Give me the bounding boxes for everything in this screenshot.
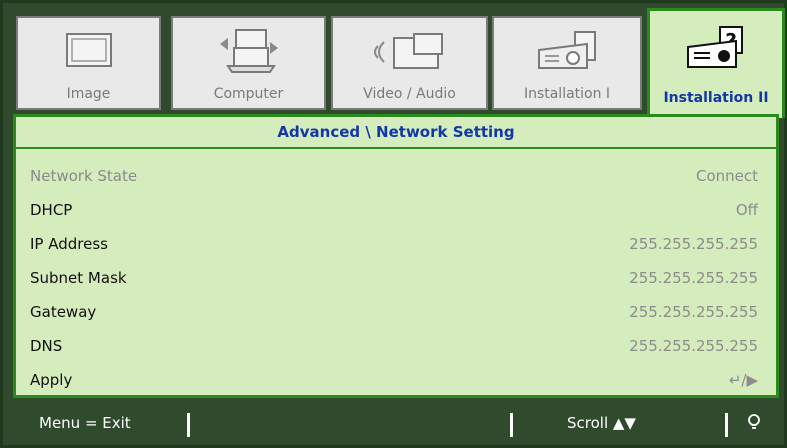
separator <box>725 413 728 437</box>
menu-exit-hint: Menu = Exit <box>39 414 131 432</box>
tab-label: Video / Audio <box>363 86 456 102</box>
row-label: Subnet Mask <box>30 269 127 287</box>
projector-icon <box>538 31 596 69</box>
menu-row-network-state: Network State Connect <box>30 159 758 193</box>
tab-image[interactable]: Image <box>16 16 161 110</box>
tab-installation-1[interactable]: Installation I <box>492 16 642 110</box>
tab-label: Installation II <box>663 90 769 106</box>
row-label: DNS <box>30 337 63 355</box>
tab-installation-2[interactable]: ? Installation II <box>647 8 785 118</box>
row-value: 255.255.255.255 <box>629 235 758 253</box>
tab-bar: Image Computer Video / Audio Installatio… <box>8 8 785 118</box>
row-value: 255.255.255.255 <box>629 269 758 287</box>
osd-window: Image Computer Video / Audio Installatio… <box>0 0 787 448</box>
separator <box>510 413 513 437</box>
scroll-hint: Scroll ▲▼ <box>567 414 636 432</box>
row-value: Off <box>735 201 758 219</box>
tab-computer[interactable]: Computer <box>171 16 326 110</box>
tab-label: Computer <box>213 86 284 102</box>
tab-video-audio[interactable]: Video / Audio <box>331 16 488 110</box>
video-audio-icon <box>373 33 443 69</box>
menu-row-ip-address[interactable]: IP Address 255.255.255.255 <box>30 227 758 261</box>
enter-right-icon: ↵/▶ <box>728 371 758 389</box>
row-label: IP Address <box>30 235 108 253</box>
menu-row-gateway[interactable]: Gateway 255.255.255.255 <box>30 295 758 329</box>
image-icon <box>65 33 112 67</box>
projector-question-icon: ? <box>687 26 743 68</box>
menu-row-dns[interactable]: DNS 255.255.255.255 <box>30 329 758 363</box>
menu-row-subnet-mask[interactable]: Subnet Mask 255.255.255.255 <box>30 261 758 295</box>
lightbulb-icon <box>747 414 761 436</box>
tab-label: Installation I <box>523 86 611 102</box>
panel-title: Advanced \ Network Setting <box>16 117 776 149</box>
row-value: Connect <box>695 167 758 185</box>
row-value: 255.255.255.255 <box>629 337 758 355</box>
row-label: Gateway <box>30 303 97 321</box>
row-label: Network State <box>30 167 138 185</box>
network-settings-panel: Advanced \ Network Setting Network State… <box>13 114 779 398</box>
tab-label: Image <box>66 86 111 102</box>
menu-row-apply[interactable]: Apply ↵/▶ <box>30 363 758 397</box>
row-label: DHCP <box>30 201 73 219</box>
bottom-bar: Menu = Exit Scroll ▲▼ <box>3 406 784 445</box>
row-label: Apply <box>30 371 73 389</box>
separator <box>187 413 190 437</box>
row-value: 255.255.255.255 <box>629 303 758 321</box>
computer-icon <box>219 29 278 73</box>
menu-row-dhcp[interactable]: DHCP Off <box>30 193 758 227</box>
